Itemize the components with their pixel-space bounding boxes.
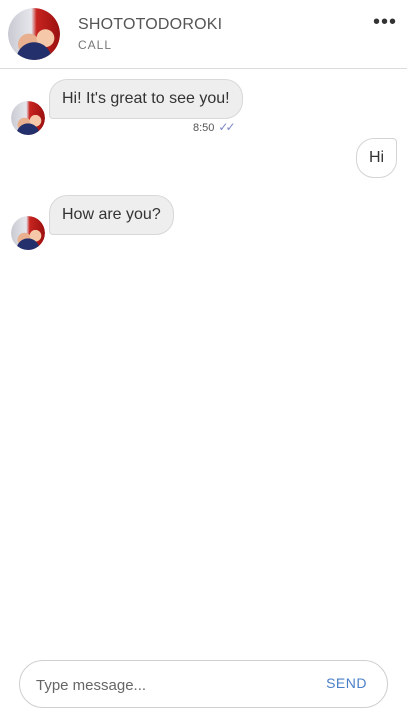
message-bubble-incoming: Hi! It's great to see you! [49, 79, 243, 119]
message-composer: SEND [19, 660, 388, 708]
call-link[interactable]: CALL [78, 38, 112, 52]
message-time: 8:50 [193, 122, 215, 134]
contact-name[interactable]: SHOTOTODOROKI [78, 16, 222, 34]
message-meta: 8:50 ✓✓ [193, 120, 236, 134]
chat-header: SHOTOTODOROKI CALL ••• [0, 0, 407, 69]
message-bubble-outgoing: Hi [356, 138, 398, 178]
more-options-icon[interactable]: ••• [370, 12, 400, 36]
send-button[interactable]: SEND [326, 675, 367, 691]
sender-avatar [11, 101, 45, 135]
message-bubble-incoming: How are you? [49, 195, 174, 235]
contact-avatar[interactable] [8, 8, 60, 60]
sender-avatar [11, 216, 45, 250]
read-receipt-icon: ✓✓ [218, 120, 235, 134]
message-input[interactable] [34, 672, 298, 698]
